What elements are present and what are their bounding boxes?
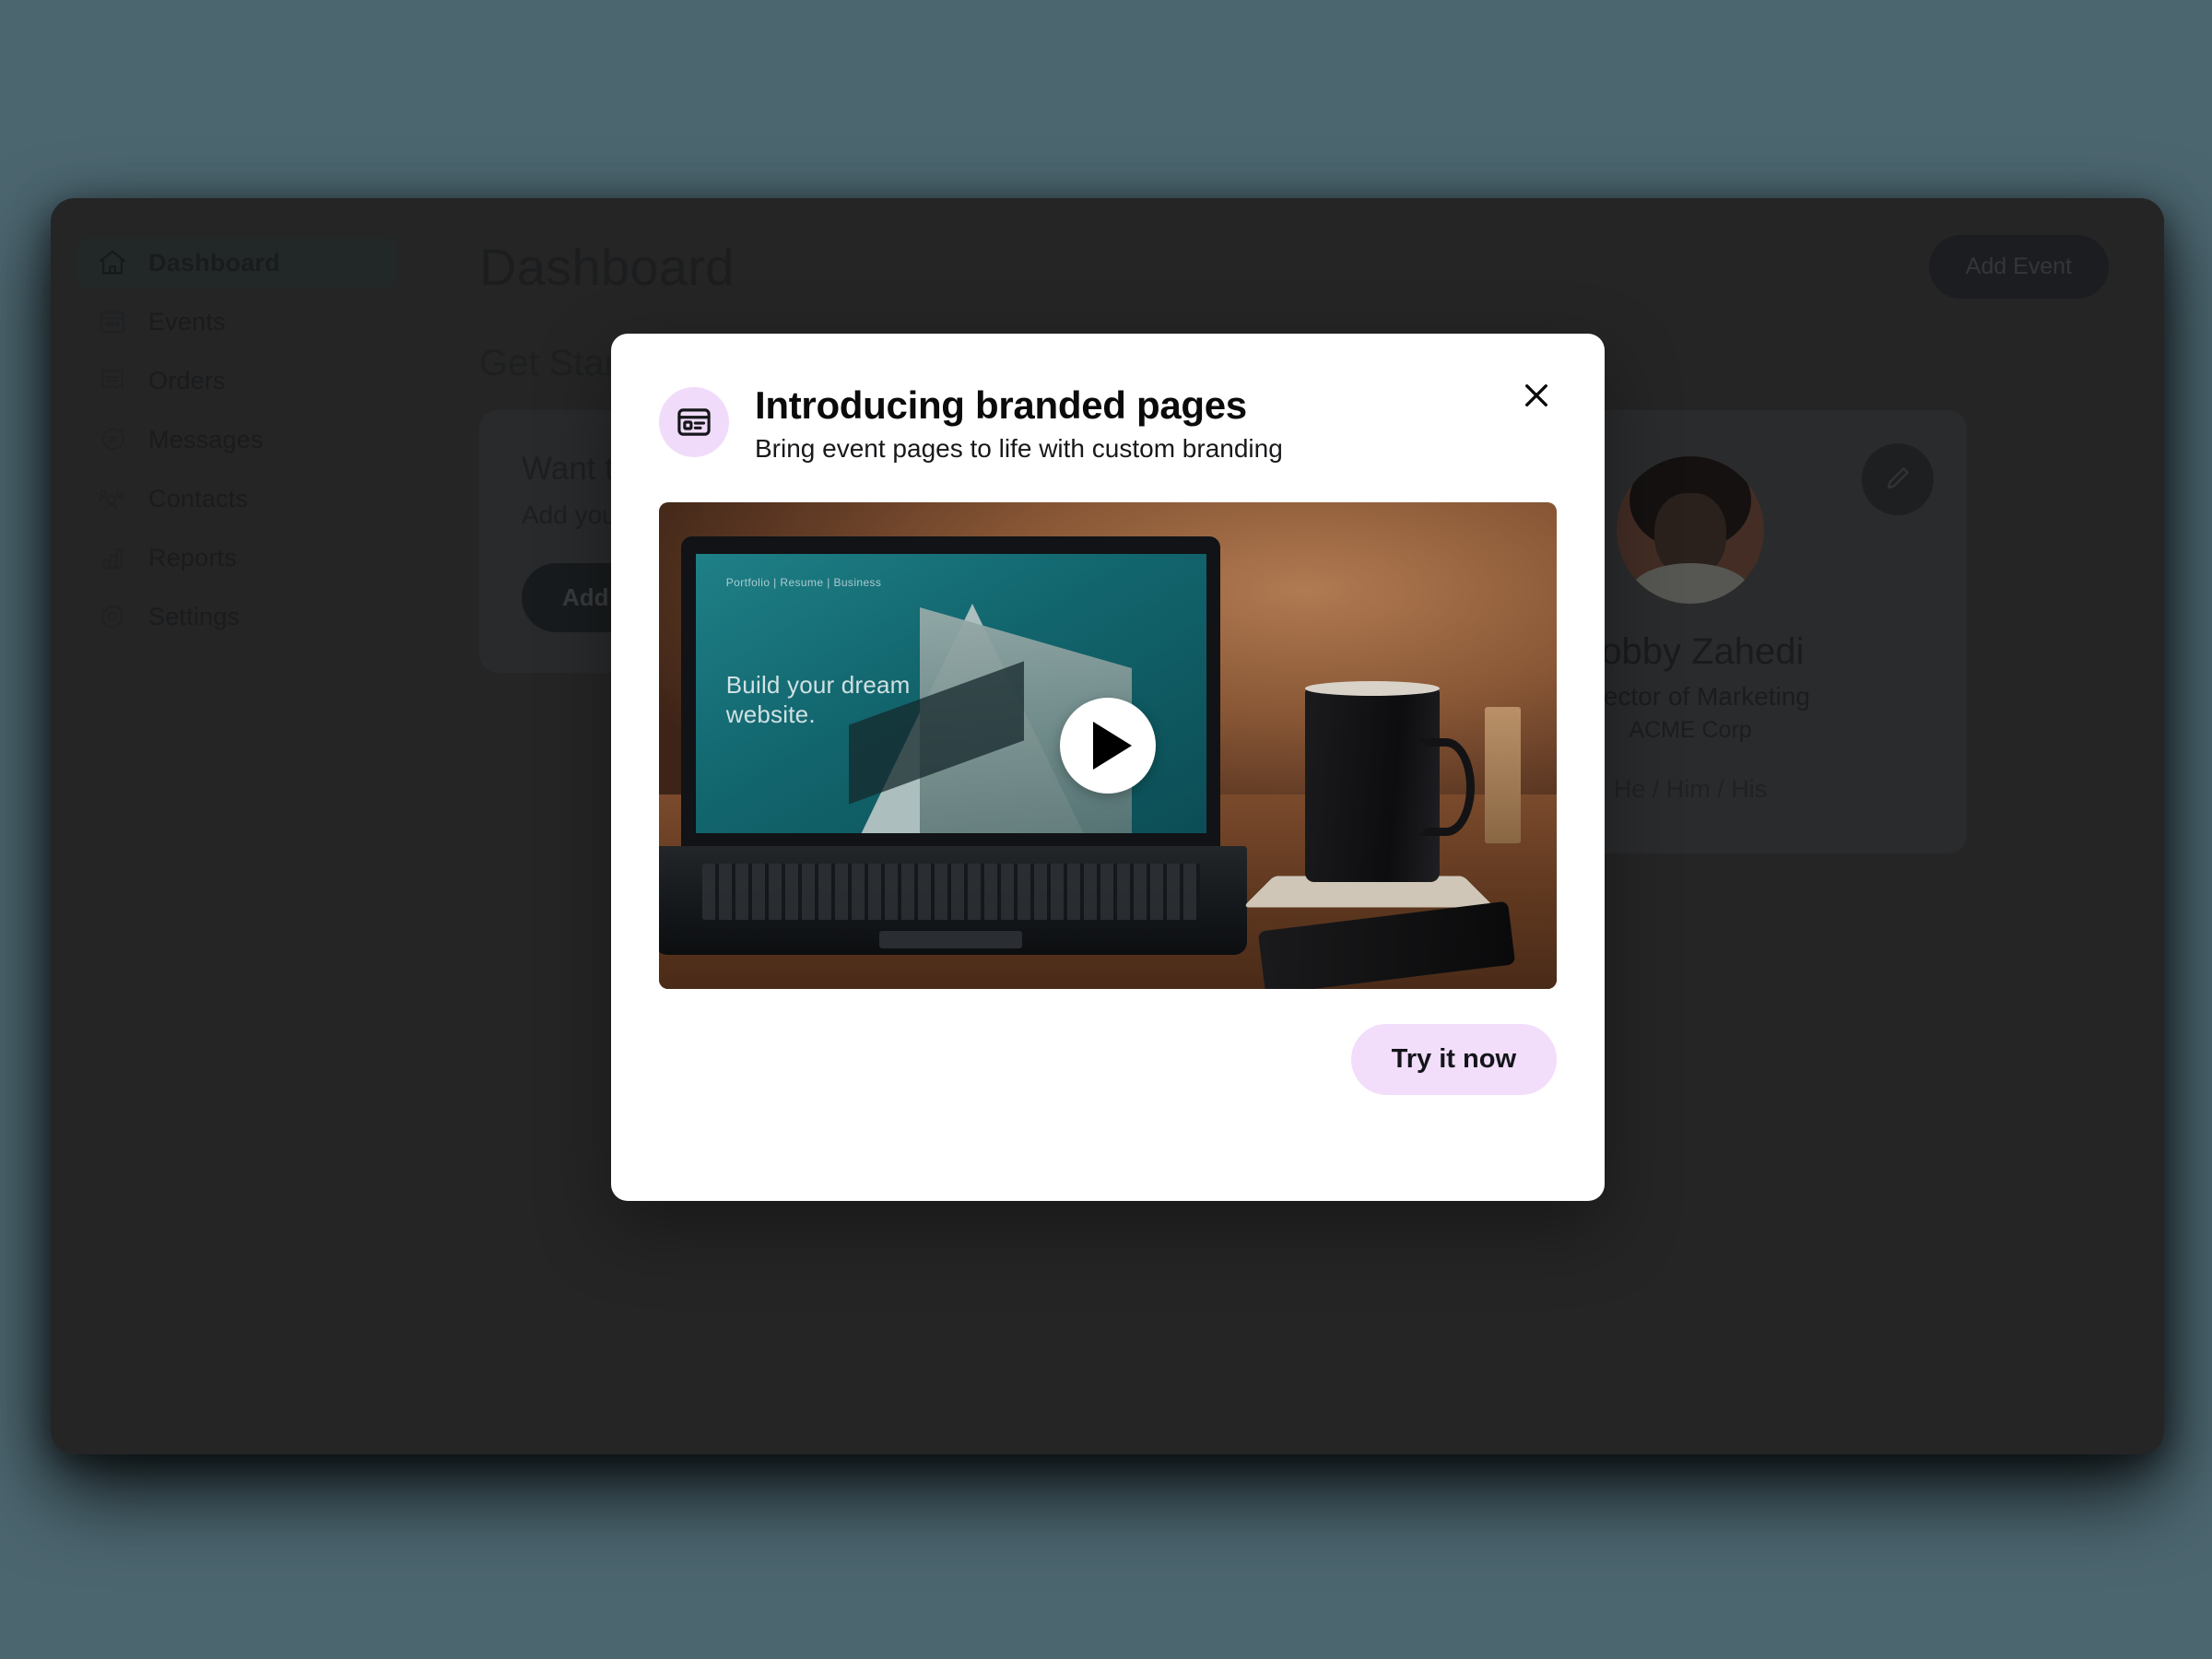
home-icon	[97, 247, 128, 278]
sidebar-item-orders[interactable]: Orders	[76, 355, 398, 406]
screen-headline-line1: Build your dream	[725, 671, 911, 699]
laptop-trackpad	[879, 931, 1022, 948]
try-it-now-button[interactable]: Try it now	[1350, 1024, 1557, 1096]
sidebar: Dashboard Events Orders Messages Contact…	[51, 198, 424, 1454]
sidebar-item-events[interactable]: Events	[76, 296, 398, 347]
sidebar-item-label: Contacts	[148, 484, 249, 512]
sidebar-item-label: Events	[148, 307, 226, 335]
coffee-mug	[1305, 680, 1476, 882]
play-button[interactable]	[1060, 698, 1156, 794]
play-icon	[1093, 722, 1132, 771]
sidebar-item-dashboard[interactable]: Dashboard	[76, 237, 398, 288]
sidebar-item-label: Messages	[148, 425, 264, 453]
chat-icon	[97, 424, 128, 455]
sidebar-item-label: Orders	[148, 366, 226, 394]
laptop-base	[659, 846, 1247, 956]
sidebar-item-messages[interactable]: Messages	[76, 414, 398, 465]
sidebar-item-label: Reports	[148, 543, 237, 571]
modal-header: Introducing branded pages Bring event pa…	[659, 383, 1557, 464]
pencil-icon	[1882, 463, 1913, 497]
add-event-button[interactable]: Add Event	[1928, 235, 2109, 299]
calendar-icon	[97, 306, 128, 337]
screen-headline-line2: website.	[725, 700, 816, 728]
gear-icon	[97, 601, 128, 632]
close-button[interactable]	[1511, 371, 1562, 422]
screen-headline: Build your dream website.	[726, 671, 911, 729]
modal-header-text: Introducing branded pages Bring event pa…	[755, 383, 1283, 464]
close-icon	[1519, 378, 1554, 416]
browser-page-icon	[659, 387, 729, 457]
people-icon	[97, 483, 128, 514]
main-header: Dashboard Add Event	[479, 235, 2109, 299]
screen-nav-text: Portfolio | Resume | Business	[725, 575, 882, 589]
sidebar-item-contacts[interactable]: Contacts	[76, 473, 398, 524]
wood-stand	[1485, 706, 1522, 843]
announcement-modal: Introducing branded pages Bring event pa…	[611, 334, 1605, 1201]
sidebar-item-label: Settings	[148, 602, 241, 630]
modal-title: Introducing branded pages	[755, 383, 1247, 427]
bar-chart-icon	[97, 542, 128, 573]
laptop-lid: Portfolio | Resume | Business Build your…	[681, 535, 1220, 851]
page-title: Dashboard	[479, 238, 735, 296]
sidebar-item-settings[interactable]: Settings	[76, 591, 398, 642]
receipt-icon	[97, 365, 128, 396]
sidebar-item-reports[interactable]: Reports	[76, 532, 398, 583]
sidebar-item-label: Dashboard	[148, 248, 280, 276]
laptop-keyboard	[701, 863, 1200, 921]
laptop-screen: Portfolio | Resume | Business Build your…	[695, 553, 1206, 833]
edit-profile-button[interactable]	[1862, 443, 1934, 515]
modal-subtitle: Bring event pages to life with custom br…	[755, 434, 1283, 464]
modal-footer: Try it now	[659, 1024, 1557, 1096]
video-thumbnail[interactable]: Portfolio | Resume | Business Build your…	[659, 502, 1557, 990]
avatar	[1617, 456, 1764, 604]
